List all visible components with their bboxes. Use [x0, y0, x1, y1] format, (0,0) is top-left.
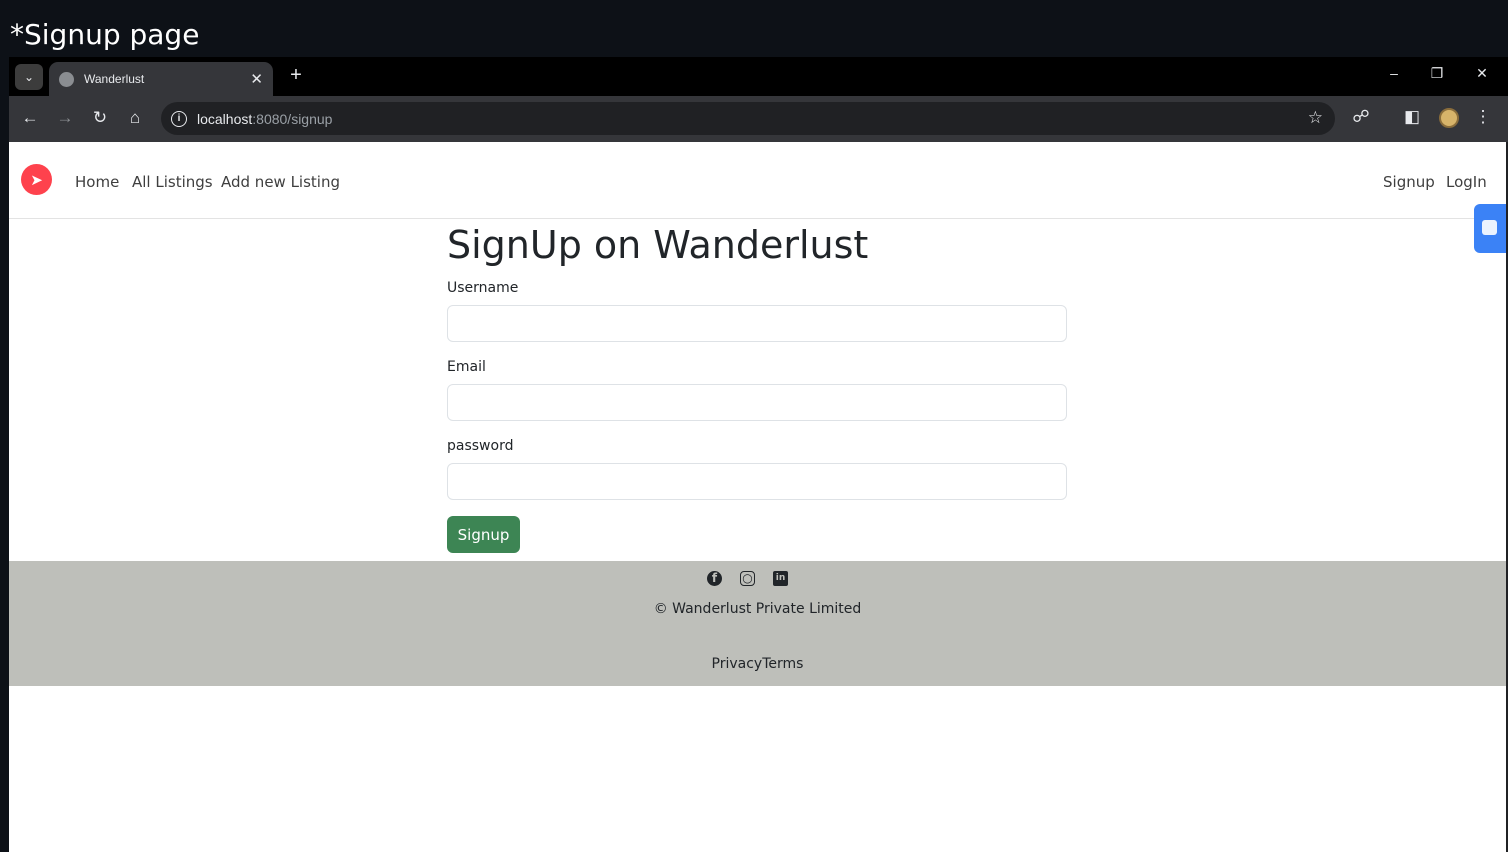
signup-form: SignUp on Wanderlust Username Email pass… — [447, 222, 1067, 553]
forward-icon[interactable]: → — [54, 108, 76, 128]
browser-tab[interactable]: Wanderlust ✕ — [49, 62, 273, 96]
browser-toolbar: ← → ↻ ⌂ i localhost:8080/signup ☆ ☍ ◧ ⋮ — [9, 96, 1508, 142]
floating-extension-widget[interactable] — [1474, 204, 1506, 253]
nav-link-signup[interactable]: Signup — [1383, 173, 1435, 191]
field-spacer — [447, 342, 1067, 359]
widget-icon — [1482, 220, 1497, 235]
tab-search-button[interactable]: ⌄ — [15, 64, 43, 90]
screenshot-caption: *Signup page — [10, 18, 200, 51]
username-field[interactable] — [447, 305, 1067, 342]
extensions-icon[interactable]: ☍ — [1350, 107, 1372, 127]
new-tab-button[interactable]: + — [285, 64, 307, 87]
globe-icon — [59, 71, 74, 87]
side-panel-icon[interactable]: ◧ — [1401, 107, 1423, 127]
close-icon[interactable]: ✕ — [250, 70, 263, 88]
chevron-down-icon: ⌄ — [23, 70, 35, 84]
facebook-icon[interactable]: f — [707, 571, 722, 586]
home-icon[interactable]: ⌂ — [124, 108, 146, 128]
address-bar[interactable]: i localhost:8080/signup ☆ — [161, 102, 1335, 135]
signup-button[interactable]: Signup — [447, 516, 520, 553]
linkedin-icon[interactable]: in — [773, 571, 788, 586]
bookmark-star-icon[interactable]: ☆ — [1308, 108, 1323, 128]
instagram-icon[interactable]: ○ — [740, 571, 755, 586]
browser-window: ⌄ Wanderlust ✕ + – ❐ ✕ ← → ↻ ⌂ i localho… — [9, 57, 1508, 852]
web-page: ➤ Home All Listings Add new Listing Sign… — [9, 142, 1506, 852]
username-label: Username — [447, 280, 519, 296]
profile-avatar[interactable] — [1439, 108, 1459, 128]
page-title: SignUp on Wanderlust — [447, 223, 869, 267]
social-links: f ○ in — [707, 571, 788, 586]
email-label: Email — [447, 359, 486, 375]
window-close-icon[interactable]: ✕ — [1472, 65, 1492, 82]
privacy-terms-link[interactable]: PrivacyTerms — [9, 656, 1506, 672]
minimize-icon[interactable]: – — [1384, 65, 1404, 81]
reload-icon[interactable]: ↻ — [89, 108, 111, 128]
compass-logo-icon[interactable]: ➤ — [21, 164, 52, 195]
url-path: :8080/signup — [252, 110, 333, 127]
nav-link-all-listings[interactable]: All Listings — [132, 173, 213, 191]
tab-strip: ⌄ Wanderlust ✕ + – ❐ ✕ — [9, 57, 1508, 96]
nav-link-login[interactable]: LogIn — [1446, 173, 1487, 191]
site-footer: f ○ in © Wanderlust Private Limited Priv… — [9, 561, 1506, 686]
back-icon[interactable]: ← — [19, 108, 41, 128]
email-field[interactable] — [447, 384, 1067, 421]
kebab-menu-icon[interactable]: ⋮ — [1472, 107, 1494, 127]
restore-icon[interactable]: ❐ — [1427, 65, 1447, 82]
password-label: password — [447, 438, 514, 454]
field-spacer — [447, 421, 1067, 438]
nav-link-home[interactable]: Home — [75, 173, 119, 191]
url-host: localhost — [197, 110, 253, 127]
nav-link-add-new-listing[interactable]: Add new Listing — [221, 173, 340, 191]
tab-title: Wanderlust — [84, 72, 145, 86]
site-info-icon[interactable]: i — [171, 110, 187, 127]
copyright-text: © Wanderlust Private Limited — [653, 601, 862, 617]
password-field[interactable] — [447, 463, 1067, 500]
site-navbar: ➤ Home All Listings Add new Listing Sign… — [9, 142, 1506, 219]
